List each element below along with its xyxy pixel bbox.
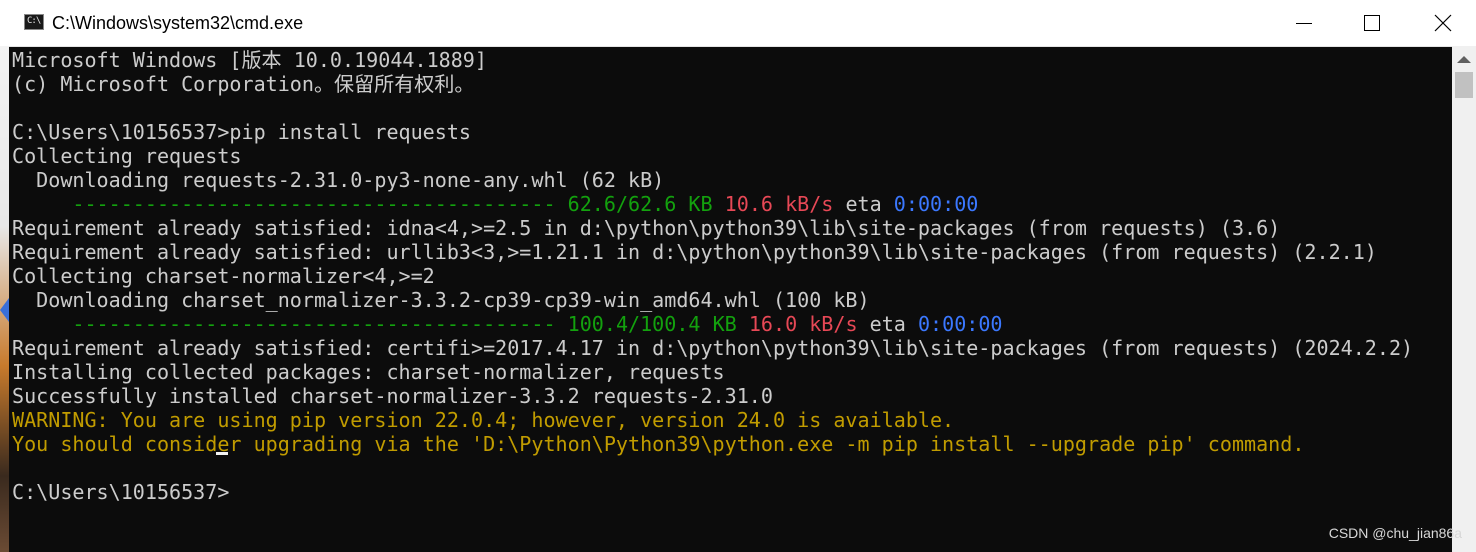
background-window-edge [0, 46, 9, 552]
console-text: Downloading requests-2.31.0-py3-none-any… [12, 168, 665, 192]
console-text: 16.0 kB/s [748, 312, 858, 336]
console-text: Installing collected packages: charset-n… [12, 360, 725, 384]
close-button[interactable] [1408, 0, 1476, 46]
console-line: ----------------------------------------… [12, 192, 978, 216]
console-text: WARNING: You are using pip version 22.0.… [12, 408, 955, 432]
console-line: Successfully installed charset-normalize… [12, 384, 773, 408]
scrollbar-thumb[interactable] [1455, 72, 1473, 98]
console-line: Requirement already satisfied: idna<4,>=… [12, 216, 1280, 240]
cmd-icon: C:\ [24, 14, 44, 30]
console-text: 100.4/100.4 KB [567, 312, 737, 336]
close-icon [1434, 14, 1452, 32]
console-line: WARNING: You are using pip version 22.0.… [12, 408, 954, 432]
console-text: 10.6 kB/s [724, 192, 834, 216]
console-line: Requirement already satisfied: certifi>=… [12, 336, 1413, 360]
minimize-button[interactable] [1268, 0, 1338, 46]
console-line: ----------------------------------------… [12, 312, 1003, 336]
console-text: 62.6/62.6 KB [567, 192, 713, 216]
watermark: CSDN @chu_jian86a [1328, 525, 1462, 541]
console-line: (c) Microsoft Corporation。保留所有权利。 [12, 72, 474, 96]
title-bar[interactable]: C:\ C:\Windows\system32\cmd.exe [0, 0, 1476, 47]
console-text: C:\Users\10156537>pip install requests [12, 120, 471, 144]
console-text: Successfully installed charset-normalize… [12, 384, 773, 408]
console-text: (c) Microsoft Corporation。保留所有权利。 [12, 72, 475, 96]
console-line: You should consider upgrading via the 'D… [12, 432, 1304, 456]
console-line: Downloading charset_normalizer-3.3.2-cp3… [12, 288, 870, 312]
console-line: Downloading requests-2.31.0-py3-none-any… [12, 168, 664, 192]
console-text: 0:00:00 [893, 192, 979, 216]
console-line: Collecting charset-normalizer<4,>=2 [12, 264, 435, 288]
console-text: Requirement already satisfied: certifi>=… [12, 336, 1414, 360]
console-text: Collecting charset-normalizer<4,>=2 [12, 264, 435, 288]
console-text: Downloading charset_normalizer-3.3.2-cp3… [12, 288, 870, 312]
background-arrow-icon [0, 298, 9, 322]
text-cursor [216, 452, 228, 455]
console-line: C:\Users\10156537> [12, 480, 229, 504]
console-line: Collecting requests [12, 144, 242, 168]
console-line: Requirement already satisfied: urllib3<3… [12, 240, 1377, 264]
console-line: C:\Users\10156537>pip install requests [12, 120, 471, 144]
console-line: Installing collected packages: charset-n… [12, 360, 725, 384]
console-text: 0:00:00 [917, 312, 1003, 336]
console-text: eta [857, 312, 918, 336]
console-output[interactable]: Microsoft Windows [版本 10.0.19044.1889] (c… [12, 46, 1450, 552]
console-line: Microsoft Windows [版本 10.0.19044.1889] [12, 48, 487, 72]
scroll-up-arrow-icon[interactable] [1457, 56, 1471, 63]
console-text: You should consider upgrading via the 'D… [12, 432, 1305, 456]
console-text: Collecting requests [12, 144, 242, 168]
console-text: C:\Users\10156537> [12, 480, 230, 504]
window-title: C:\Windows\system32\cmd.exe [52, 13, 304, 33]
console-text: ---------------------------------------- [12, 312, 568, 336]
console-text: Requirement already satisfied: idna<4,>=… [12, 216, 1281, 240]
console-text: Requirement already satisfied: urllib3<3… [12, 240, 1377, 264]
console-text: eta [833, 192, 894, 216]
console-text: ---------------------------------------- [12, 192, 568, 216]
console-text: Microsoft Windows [版本 10.0.19044.1889] [12, 48, 487, 72]
vertical-scrollbar[interactable] [1452, 46, 1476, 552]
cmd-window: C:\ C:\Windows\system32\cmd.exe Microsof… [0, 0, 1476, 552]
maximize-button[interactable] [1338, 0, 1408, 46]
